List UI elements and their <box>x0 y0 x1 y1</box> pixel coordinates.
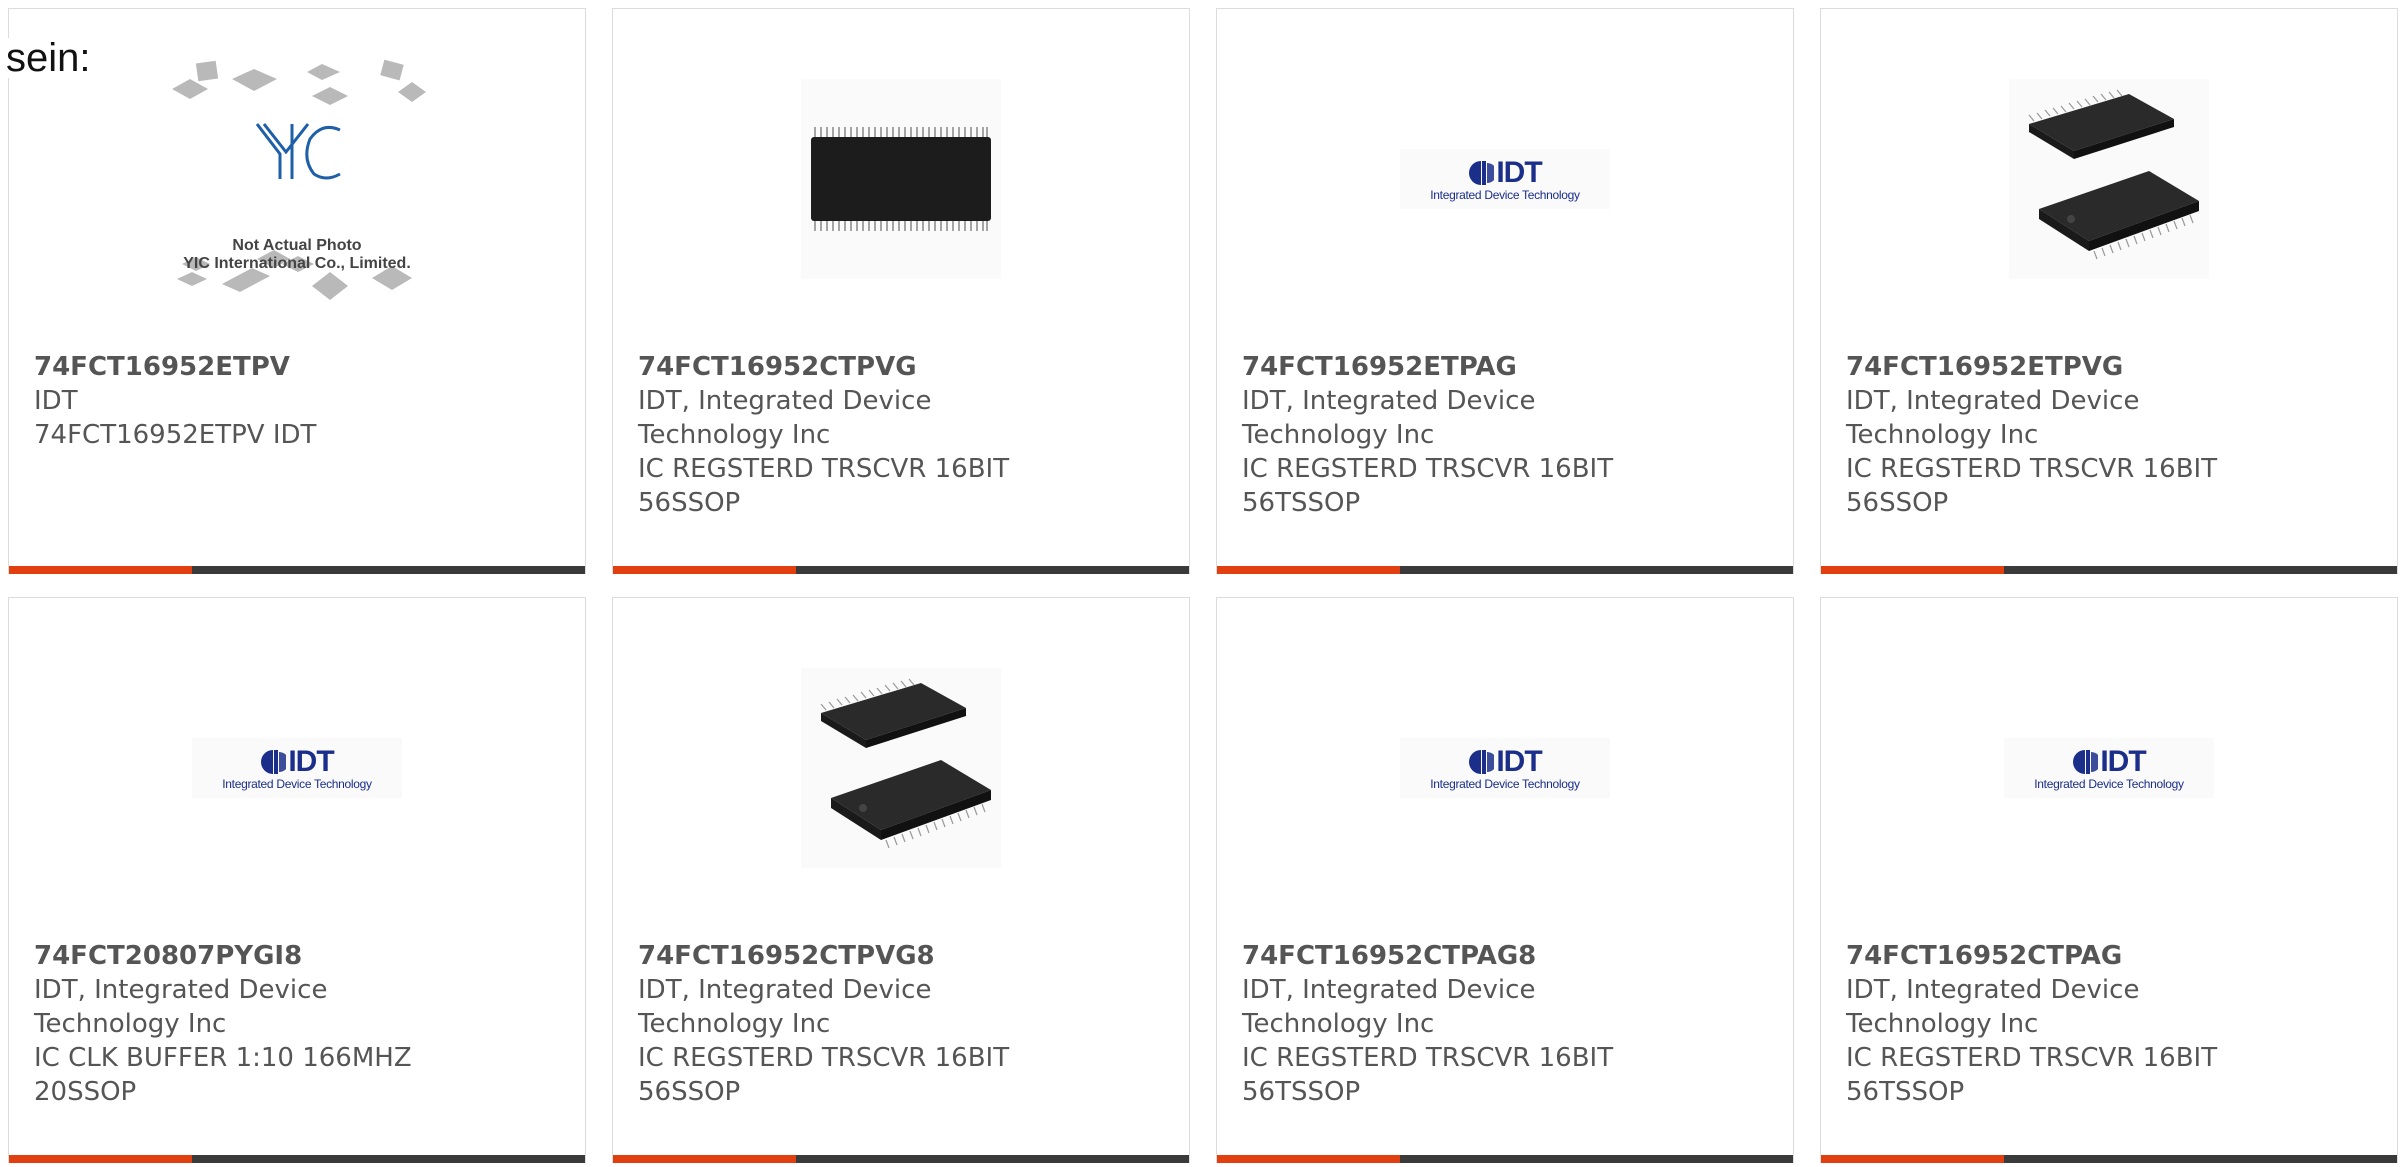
idt-wordmark: IDT <box>288 745 334 778</box>
part-number[interactable]: 74FCT16952CTPVG <box>638 350 1068 384</box>
product-grid: Not Actual Photo YIC International Co., … <box>8 8 2400 1163</box>
idt-tagline: Integrated Device Technology <box>1430 188 1580 202</box>
product-image[interactable] <box>1821 9 2397 349</box>
ic-chip-top-view <box>801 79 1001 279</box>
idt-mark-icon <box>1469 161 1495 185</box>
product-info: 74FCT16952CTPVG IDT, Integrated Device T… <box>638 350 1068 520</box>
card-footer-accent <box>613 1155 796 1163</box>
card-footer-accent <box>1821 566 2004 574</box>
product-info: 74FCT16952CTPVG8 IDT, Integrated Device … <box>638 939 1068 1109</box>
card-footer-accent <box>1821 1155 2004 1163</box>
product-card[interactable]: IDT Integrated Device Technology 74FCT16… <box>1820 597 2398 1163</box>
idt-mark-icon <box>1469 750 1495 774</box>
placeholder-caption-1: Not Actual Photo <box>232 237 362 254</box>
product-card[interactable]: 74FCT16952CTPVG IDT, Integrated Device T… <box>612 8 1190 574</box>
description: IC CLK BUFFER 1:10 166MHZ 20SSOP <box>34 1043 412 1107</box>
product-info: 74FCT16952CTPAG8 IDT, Integrated Device … <box>1242 939 1672 1109</box>
product-image[interactable]: IDT Integrated Device Technology <box>9 598 585 938</box>
part-number[interactable]: 74FCT16952ETPV <box>34 350 464 384</box>
idt-logo: IDT Integrated Device Technology <box>2004 738 2214 798</box>
part-number[interactable]: 74FCT16952ETPVG <box>1846 350 2276 384</box>
idt-wordmark: IDT <box>2100 745 2146 778</box>
manufacturer: IDT, Integrated Device Technology Inc <box>638 386 932 450</box>
card-footer-bar <box>9 566 585 574</box>
part-number[interactable]: 74FCT20807PYGI8 <box>34 939 464 973</box>
description: IC REGSTERD TRSCVR 16BIT 56TSSOP <box>1242 1043 1614 1107</box>
product-image[interactable] <box>613 9 1189 349</box>
idt-tagline: Integrated Device Technology <box>1430 777 1580 791</box>
manufacturer: IDT <box>34 386 78 416</box>
idt-tagline: Integrated Device Technology <box>222 777 372 791</box>
description: 74FCT16952ETPV IDT <box>34 420 317 450</box>
card-footer-bar <box>1217 566 1793 574</box>
description: IC REGSTERD TRSCVR 16BIT 56TSSOP <box>1846 1043 2218 1107</box>
description: IC REGSTERD TRSCVR 16BIT 56SSOP <box>638 1043 1010 1107</box>
product-info: 74FCT16952ETPAG IDT, Integrated Device T… <box>1242 350 1672 520</box>
product-card[interactable]: 74FCT16952ETPVG IDT, Integrated Device T… <box>1820 8 2398 574</box>
product-card[interactable]: Not Actual Photo YIC International Co., … <box>8 8 586 574</box>
product-image[interactable]: IDT Integrated Device Technology <box>1821 598 2397 938</box>
product-info: 74FCT20807PYGI8 IDT, Integrated Device T… <box>34 939 464 1109</box>
description: IC REGSTERD TRSCVR 16BIT 56TSSOP <box>1242 454 1614 518</box>
ic-chip-isometric <box>2009 79 2209 279</box>
product-info: 74FCT16952ETPV IDT 74FCT16952ETPV IDT <box>34 350 464 452</box>
card-footer-bar <box>1217 1155 1793 1163</box>
card-footer-bar <box>613 1155 1189 1163</box>
idt-mark-icon <box>261 750 287 774</box>
part-number[interactable]: 74FCT16952CTPAG8 <box>1242 939 1672 973</box>
product-card[interactable]: 74FCT16952CTPVG8 IDT, Integrated Device … <box>612 597 1190 1163</box>
product-info: 74FCT16952ETPVG IDT, Integrated Device T… <box>1846 350 2276 520</box>
card-footer-accent <box>1217 566 1400 574</box>
manufacturer: IDT, Integrated Device Technology Inc <box>1242 386 1536 450</box>
product-info: 74FCT16952CTPAG IDT, Integrated Device T… <box>1846 939 2276 1109</box>
description: IC REGSTERD TRSCVR 16BIT 56SSOP <box>1846 454 2218 518</box>
manufacturer: IDT, Integrated Device Technology Inc <box>638 975 932 1039</box>
card-footer-bar <box>613 566 1189 574</box>
idt-wordmark: IDT <box>1496 745 1542 778</box>
idt-tagline: Integrated Device Technology <box>2034 777 2184 791</box>
card-footer-accent <box>1217 1155 1400 1163</box>
placeholder-caption-2: YIC International Co., Limited. <box>183 255 411 272</box>
manufacturer: IDT, Integrated Device Technology Inc <box>1846 386 2140 450</box>
card-footer-bar <box>1821 566 2397 574</box>
idt-logo: IDT Integrated Device Technology <box>192 738 402 798</box>
idt-wordmark: IDT <box>1496 156 1542 189</box>
description: IC REGSTERD TRSCVR 16BIT 56SSOP <box>638 454 1010 518</box>
card-footer-bar <box>1821 1155 2397 1163</box>
product-card[interactable]: IDT Integrated Device Technology 74FCT16… <box>1216 597 1794 1163</box>
idt-logo: IDT Integrated Device Technology <box>1400 738 1610 798</box>
product-card[interactable]: IDT Integrated Device Technology 74FCT20… <box>8 597 586 1163</box>
card-footer-accent <box>613 566 796 574</box>
manufacturer: IDT, Integrated Device Technology Inc <box>1846 975 2140 1039</box>
product-card[interactable]: IDT Integrated Device Technology 74FCT16… <box>1216 8 1794 574</box>
part-number[interactable]: 74FCT16952CTPAG <box>1846 939 2276 973</box>
manufacturer: IDT, Integrated Device Technology Inc <box>34 975 328 1039</box>
idt-mark-icon <box>2073 750 2099 774</box>
card-footer-accent <box>9 1155 192 1163</box>
ic-chip-isometric <box>801 668 1001 868</box>
manufacturer: IDT, Integrated Device Technology Inc <box>1242 975 1536 1039</box>
product-image[interactable]: Not Actual Photo YIC International Co., … <box>9 9 585 349</box>
intro-text: sein: <box>6 36 91 80</box>
card-footer-bar <box>9 1155 585 1163</box>
part-number[interactable]: 74FCT16952ETPAG <box>1242 350 1672 384</box>
idt-logo: IDT Integrated Device Technology <box>1400 149 1610 209</box>
part-number[interactable]: 74FCT16952CTPVG8 <box>638 939 1068 973</box>
product-image[interactable]: IDT Integrated Device Technology <box>1217 598 1793 938</box>
product-image[interactable] <box>613 598 1189 938</box>
product-image[interactable]: IDT Integrated Device Technology <box>1217 9 1793 349</box>
card-footer-accent <box>9 566 192 574</box>
